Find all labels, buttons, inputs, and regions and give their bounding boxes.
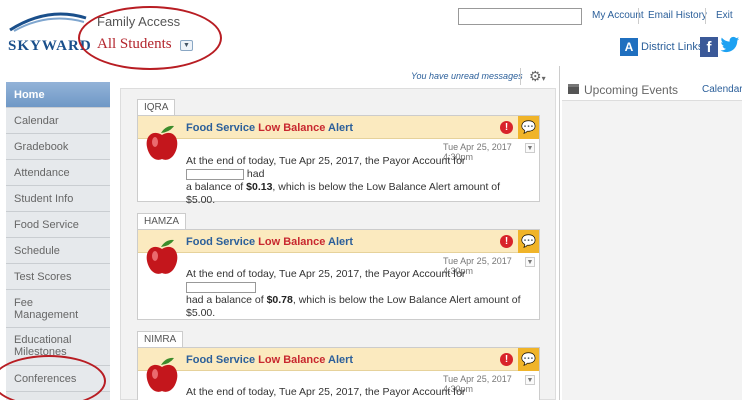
redacted-name [458,8,582,25]
gear-icon[interactable]: ⚙▾ [529,68,546,85]
sidebar-item-attendance[interactable]: Attendance [6,160,110,186]
redacted-name [186,168,244,180]
divider [520,68,521,85]
exclamation-icon: ! [500,235,513,248]
logo-text: SKYWARD [8,38,92,54]
facebook-icon[interactable]: f [700,37,718,57]
divider [638,8,639,24]
chat-icon[interactable]: 💬 [518,230,539,253]
student-tab-iqra: IQRA [137,99,176,115]
chat-icon[interactable]: 💬 [518,116,539,139]
divider [559,66,560,400]
alert-header: Food Service Low Balance Alert ! 💬 [138,348,539,371]
sidebar-item-educational-milestones[interactable]: Educational Milestones [6,328,110,366]
exclamation-icon: ! [500,121,513,134]
sidebar: Home Calendar Gradebook Attendance Stude… [6,82,110,400]
chevron-down-icon[interactable]: ▼ [525,375,535,385]
upcoming-events-panel [562,100,742,400]
alert-card: Food Service Low Balance Alert ! 💬 Tue A… [137,229,540,320]
alert-title[interactable]: Food Service Low Balance Alert [186,354,353,366]
alert-card: Food Service Low Balance Alert ! 💬 Tue A… [137,115,540,206]
sidebar-item-home[interactable]: Home [6,82,110,108]
swoosh-icon [9,12,87,32]
student-tab-nimra: NIMRA [137,331,184,347]
exclamation-icon: ! [500,353,513,366]
apple-icon [146,239,178,274]
skyward-logo: SKYWARD [8,8,92,68]
divider [705,8,706,24]
alert-title[interactable]: Food Service Low Balance Alert [186,236,353,248]
chat-icon[interactable]: 💬 [518,348,539,371]
sidebar-item-schedule[interactable]: Schedule [6,238,110,264]
balance-amount: $0.78 [266,294,293,306]
sidebar-item-student-info[interactable]: Student Info [6,186,110,212]
unread-messages-link[interactable]: You have unread messages [411,71,523,81]
alert-header: Food Service Low Balance Alert ! 💬 [138,116,539,139]
chevron-down-icon[interactable]: ▼ [525,143,535,153]
sidebar-item-calendar[interactable]: Calendar [6,108,110,134]
email-history-link[interactable]: Email History [648,10,707,21]
district-links-link[interactable]: District Links [641,41,703,53]
apple-icon [146,125,178,160]
sidebar-item-gradebook[interactable]: Gradebook [6,134,110,160]
alert-header: Food Service Low Balance Alert ! 💬 [138,230,539,253]
sidebar-item-test-scores[interactable]: Test Scores [6,264,110,290]
exit-link[interactable]: Exit [716,10,733,21]
calendar-link[interactable]: Calendar [702,84,742,95]
student-selector[interactable]: All Students [97,36,172,53]
chevron-down-icon[interactable]: ▼ [525,257,535,267]
message-bar: You have unread messages ⚙▾ [120,66,556,87]
student-tab-hamza: HAMZA [137,213,186,229]
alert-body: At the end of today, Tue Apr 25, 2017, t… [186,386,526,400]
calendar-icon [568,84,579,94]
sidebar-item-fee-management[interactable]: Fee Management [6,290,110,328]
balance-amount: $0.13 [246,181,273,193]
redacted-name [186,281,256,293]
sidebar-item-food-service[interactable]: Food Service [6,212,110,238]
apple-icon [146,357,178,392]
alert-body: At the end of today, Tue Apr 25, 2017, t… [186,155,501,206]
upcoming-events-title: Upcoming Events [584,83,679,97]
main-content: IQRA Food Service Low Balance Alert ! 💬 … [120,88,556,400]
upcoming-events-header: Upcoming Events Calendar [566,80,742,100]
alert-card: Food Service Low Balance Alert ! 💬 Tue A… [137,347,540,400]
alert-title[interactable]: Food Service Low Balance Alert [186,122,353,134]
district-icon[interactable]: A [620,38,638,56]
my-account-link[interactable]: My Account [592,10,644,21]
twitter-icon[interactable] [720,36,740,56]
app-name: Family Access [97,14,181,29]
sidebar-item-conferences[interactable]: Conferences [6,366,110,392]
chevron-down-icon[interactable]: ▼ [180,40,193,51]
alert-body: At the end of today, Tue Apr 25, 2017, t… [186,268,521,319]
